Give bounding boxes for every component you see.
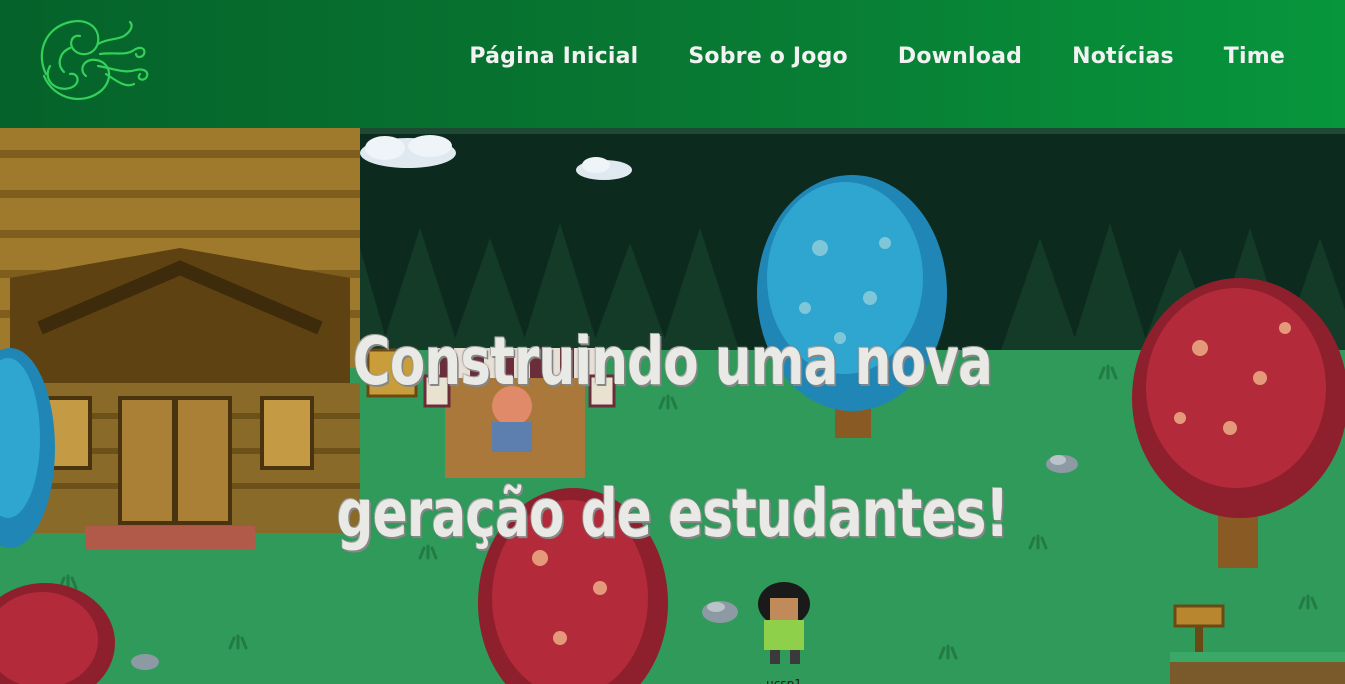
hero-title: Construindo uma nova geração de estudant…	[148, 286, 1197, 590]
rock-sprite	[131, 654, 159, 670]
nav-link-download[interactable]: Download	[898, 44, 1022, 69]
player-name-label: ucsp1	[766, 677, 802, 684]
nav-link-news[interactable]: Notícias	[1072, 44, 1174, 69]
hero-title-line-2: geração de estudantes!	[336, 475, 1009, 552]
logo-icon[interactable]	[34, 14, 154, 106]
rock-sprite	[702, 601, 738, 623]
hero-section: ucsp1 Construindo uma nova geração de es…	[0, 128, 1345, 684]
top-navbar: Página Inicial Sobre o Jogo Download Not…	[0, 0, 1345, 128]
main-nav: Página Inicial Sobre o Jogo Download Not…	[469, 44, 1285, 69]
cloud-sprite	[360, 135, 456, 168]
nav-link-home[interactable]: Página Inicial	[469, 44, 638, 69]
hero-title-line-1: Construindo uma nova	[352, 323, 993, 400]
nav-link-team[interactable]: Time	[1224, 44, 1285, 69]
nav-link-about[interactable]: Sobre o Jogo	[688, 44, 847, 69]
